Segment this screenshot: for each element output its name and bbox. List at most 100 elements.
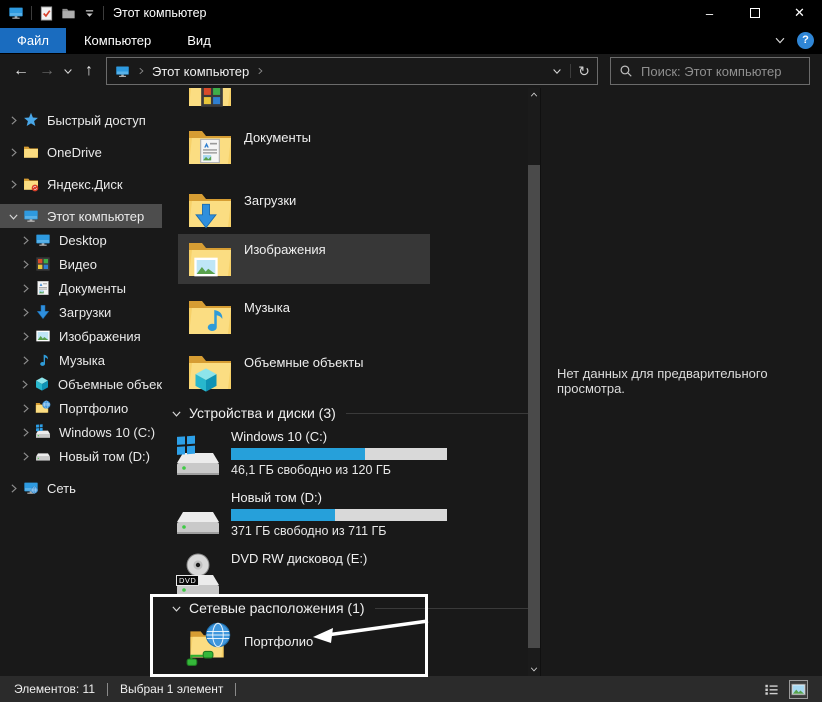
sidebar-item-onedrive[interactable]: OneDrive	[0, 140, 162, 164]
breadcrumb-chevron-icon[interactable]	[136, 66, 146, 76]
folder-picture-icon	[186, 235, 234, 283]
breadcrumb-chevron-icon[interactable]	[255, 66, 265, 76]
quick-access-star-icon	[23, 112, 39, 128]
up-button[interactable]: ↑	[78, 62, 100, 80]
search-box[interactable]	[610, 57, 810, 85]
help-icon: ?	[802, 34, 809, 46]
sidebar-item-network[interactable]: Сеть	[0, 476, 162, 500]
back-button[interactable]: ←	[10, 62, 32, 80]
sidebar-item-music[interactable]: Музыка	[0, 348, 162, 372]
file-item-downloads[interactable]: Загрузки	[178, 185, 430, 235]
chevron-right-icon[interactable]	[19, 450, 32, 463]
scroll-down-icon[interactable]	[528, 662, 540, 676]
sidebar-item-drive-d[interactable]: Новый том (D:)	[0, 444, 162, 468]
sidebar-item-documents[interactable]: Документы	[0, 276, 162, 300]
network-folder-icon	[35, 400, 51, 416]
sidebar-item-portfolio[interactable]: Портфолио	[0, 396, 162, 420]
chevron-right-icon[interactable]	[19, 354, 32, 367]
maximize-button[interactable]	[732, 0, 777, 26]
customize-toolbar-chevron-icon[interactable]	[83, 7, 96, 20]
folder-document-icon	[186, 123, 234, 171]
scrollbar-thumb[interactable]	[528, 165, 540, 648]
file-item-3d-objects[interactable]: Объемные объекты	[178, 347, 430, 397]
status-bar: Элементов: 11 Выбран 1 элемент	[0, 676, 822, 702]
chevron-right-icon[interactable]	[7, 146, 20, 159]
chevron-right-icon[interactable]	[19, 402, 32, 415]
minimize-button[interactable]: –	[687, 0, 732, 26]
address-dropdown-button[interactable]	[544, 58, 570, 84]
new-folder-icon[interactable]	[61, 6, 76, 21]
scroll-up-icon[interactable]	[528, 88, 540, 102]
quick-access-toolbar	[0, 5, 104, 21]
divider	[346, 413, 528, 414]
sidebar-item-yandex-disk[interactable]: Яндекс.Диск	[0, 172, 162, 196]
chevron-right-icon[interactable]	[19, 306, 32, 319]
file-item-partial[interactable]	[178, 88, 430, 114]
maximize-icon	[750, 8, 760, 18]
folder-icon	[23, 144, 39, 160]
collapse-ribbon-chevron-icon[interactable]	[773, 33, 787, 47]
help-button[interactable]: ?	[797, 32, 814, 49]
divider	[235, 683, 236, 696]
menu-computer[interactable]: Компьютер	[66, 28, 169, 53]
dvd-label: DVD	[176, 575, 199, 586]
search-icon	[619, 64, 633, 78]
menu-file[interactable]: Файл	[0, 28, 66, 53]
drive-item-c[interactable]: Windows 10 (C:) 46,1 ГБ свободно из 120 …	[174, 429, 528, 481]
drive-name: Новый том (D:)	[231, 490, 447, 507]
capacity-bar	[231, 448, 447, 460]
address-bar[interactable]: Этот компьютер ↻	[106, 57, 598, 85]
picture-icon	[35, 328, 51, 344]
computer-icon	[23, 208, 39, 224]
cube-icon	[34, 376, 50, 392]
file-item-documents[interactable]: Документы	[178, 122, 430, 172]
chevron-right-icon[interactable]	[7, 178, 20, 191]
chevron-right-icon[interactable]	[7, 482, 20, 495]
close-button[interactable]: ✕	[777, 0, 822, 26]
chevron-right-icon[interactable]	[19, 234, 32, 247]
chevron-right-icon[interactable]	[19, 426, 32, 439]
drive-icon	[35, 448, 51, 464]
forward-button[interactable]: →	[36, 62, 58, 80]
file-item-pictures[interactable]: Изображения	[178, 234, 430, 284]
chevron-down-icon[interactable]	[170, 407, 183, 420]
recent-locations-chevron-icon[interactable]	[62, 65, 74, 77]
chevron-down-icon[interactable]	[7, 210, 20, 223]
details-view-icon	[764, 682, 779, 697]
properties-icon[interactable]	[39, 6, 54, 21]
chevron-right-icon[interactable]	[19, 282, 32, 295]
section-header-devices[interactable]: Устройства и диски (3)	[170, 403, 528, 423]
chevron-right-icon[interactable]	[18, 378, 31, 391]
divider	[107, 683, 108, 696]
drive-caption: 46,1 ГБ свободно из 120 ГБ	[231, 463, 447, 477]
scrollbar[interactable]	[528, 88, 540, 676]
chevron-right-icon[interactable]	[19, 258, 32, 271]
breadcrumb[interactable]: Этот компьютер	[152, 64, 249, 79]
sidebar-item-videos[interactable]: Видео	[0, 252, 162, 276]
status-item-count: Элементов: 11	[14, 682, 95, 696]
chevron-right-icon[interactable]	[19, 330, 32, 343]
desktop-icon	[35, 232, 51, 248]
drive-windows-icon	[174, 433, 222, 481]
folder-film-icon	[186, 88, 234, 113]
file-item-music[interactable]: Музыка	[178, 292, 430, 342]
navigation-pane: Быстрый доступ OneDrive Яндекс.Диск Этот…	[0, 88, 162, 676]
sidebar-item-quick-access[interactable]: Быстрый доступ	[0, 108, 162, 132]
sidebar-item-downloads[interactable]: Загрузки	[0, 300, 162, 324]
refresh-button[interactable]: ↻	[571, 58, 597, 84]
divider	[31, 6, 32, 20]
search-input[interactable]	[641, 64, 791, 79]
drive-item-d[interactable]: Новый том (D:) 371 ГБ свободно из 711 ГБ	[174, 490, 528, 542]
menu-view[interactable]: Вид	[169, 28, 229, 53]
sidebar-item-this-pc[interactable]: Этот компьютер	[0, 204, 162, 228]
chevron-right-icon[interactable]	[7, 114, 20, 127]
navigation-bar: ← → ↑ Этот компьютер ↻	[0, 54, 822, 88]
sidebar-item-drive-c[interactable]: Windows 10 (C:)	[0, 420, 162, 444]
details-view-button[interactable]	[762, 680, 781, 699]
thumbnails-view-button[interactable]	[789, 680, 808, 699]
sidebar-item-desktop[interactable]: Desktop	[0, 228, 162, 252]
sidebar-item-pictures[interactable]: Изображения	[0, 324, 162, 348]
drive-windows-icon	[35, 424, 51, 440]
sidebar-item-3d-objects[interactable]: Объемные объекты	[0, 372, 162, 396]
drive-name: Windows 10 (C:)	[231, 429, 447, 446]
